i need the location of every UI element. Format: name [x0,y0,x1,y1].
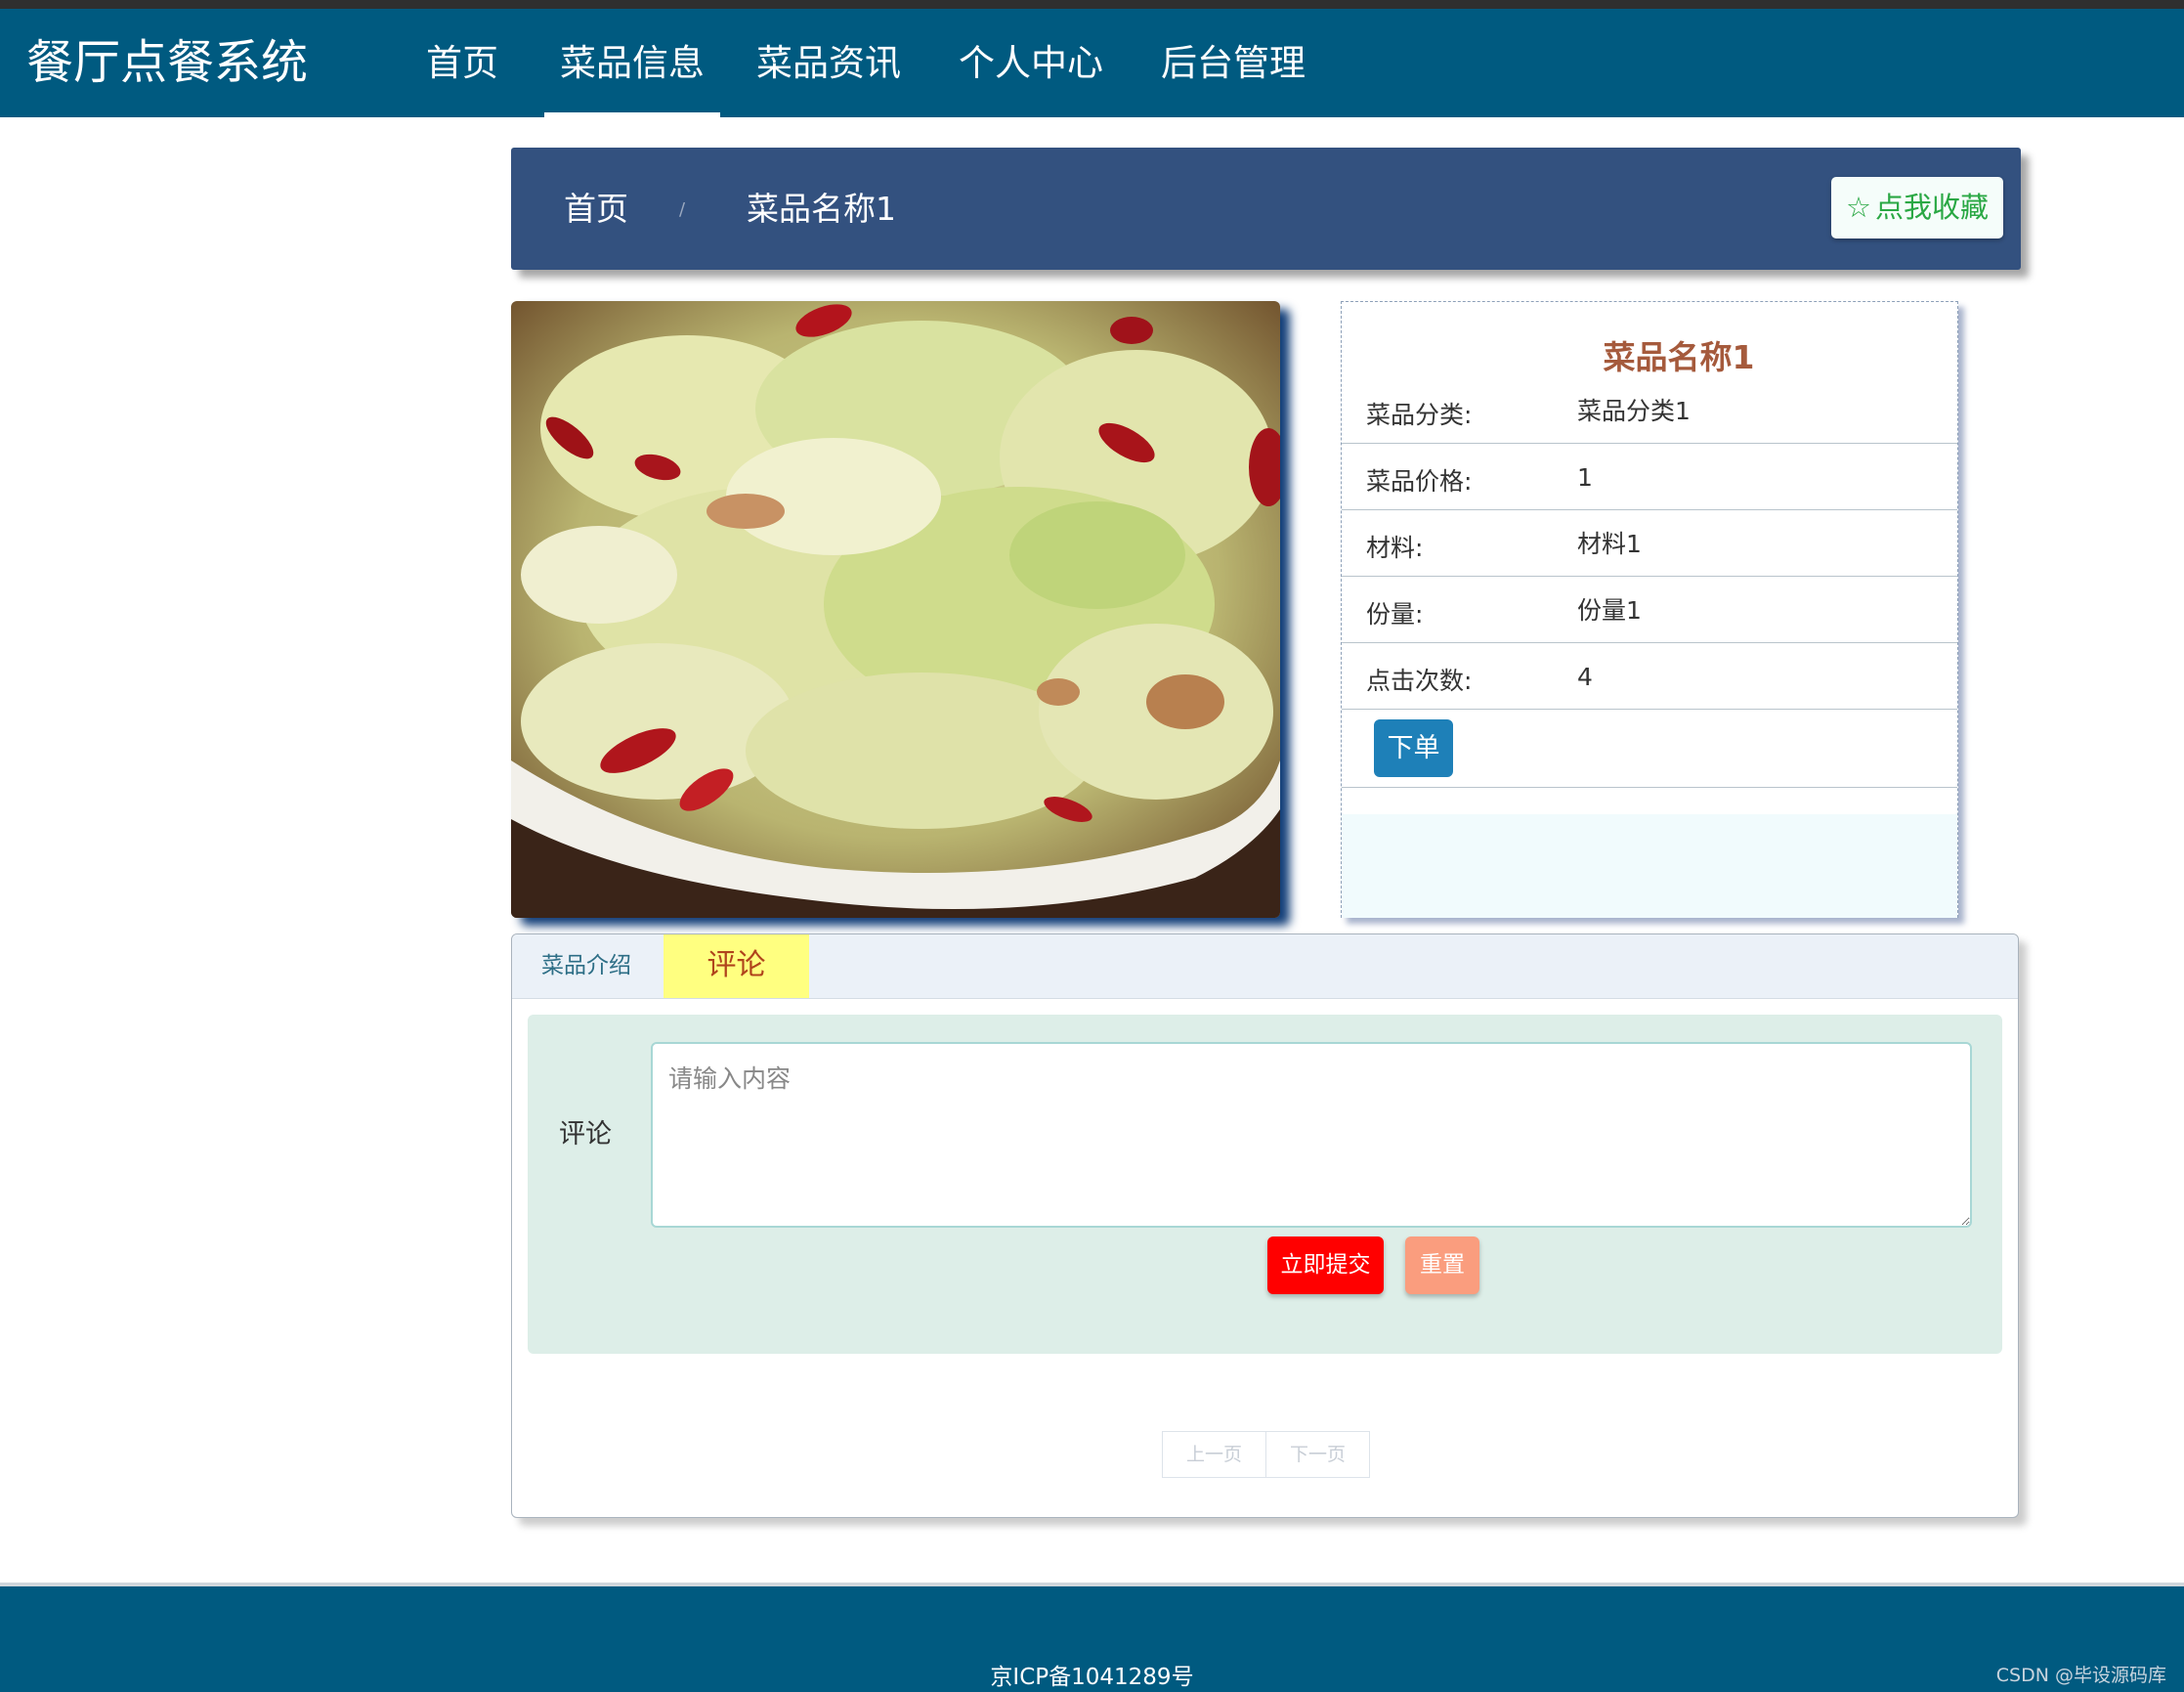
order-button[interactable]: 下单 [1374,719,1453,777]
detail-value: 材料1 [1577,530,1642,558]
dish-image [511,301,1280,918]
detail-label: 点击次数: [1366,667,1473,695]
breadcrumb-current: 菜品名称1 [747,190,896,228]
dish-detail-card: 菜品名称1 菜品分类: 菜品分类1 菜品价格: 1 材料: 材料1 份量: 份量… [1341,301,1958,918]
star-outline-icon: ☆ [1845,191,1871,224]
nav-item-admin[interactable]: 后台管理 [1161,9,1306,117]
detail-row-actions: 下单 [1342,710,1957,788]
detail-label: 份量: [1366,600,1424,629]
next-page-button[interactable]: 下一页 [1265,1432,1369,1477]
tab-bar: 菜品介绍 评论 [512,934,2018,999]
tab-comment[interactable]: 评论 [664,934,809,998]
breadcrumb: 首页 / 菜品名称1 ☆ 点我收藏 [511,148,2021,270]
prev-page-button[interactable]: 上一页 [1163,1432,1265,1477]
nav-item-home[interactable]: 首页 [426,9,498,117]
breadcrumb-home[interactable]: 首页 [564,148,628,270]
top-navbar: 餐厅点餐系统 首页 菜品信息 菜品资讯 个人中心 后台管理 [0,9,2184,117]
watermark: CSDN @毕设源码库 [1995,1665,2166,1686]
detail-row-portion: 份量: 份量1 [1342,577,1957,643]
tab-panel: 菜品介绍 评论 评论 立即提交 重置 上一页 下一页 [511,933,2019,1518]
window-top-strip [0,0,2184,9]
detail-label: 菜品价格: [1366,467,1473,496]
favorite-label: 点我收藏 [1874,191,1989,224]
detail-value: 份量1 [1577,596,1642,625]
reset-button[interactable]: 重置 [1405,1236,1479,1294]
comment-label: 评论 [559,1119,612,1150]
nav-item-dishes[interactable]: 菜品信息 [544,9,720,117]
detail-row-clicks: 点击次数: 4 [1342,643,1957,710]
dish-title: 菜品名称1 [1603,338,1755,376]
favorite-button[interactable]: ☆ 点我收藏 [1831,177,2003,239]
site-footer: 京ICP备1041289号 CSDN @毕设源码库 [0,1586,2184,1692]
detail-row-category: 菜品分类: 菜品分类1 [1342,377,1957,444]
detail-value: 菜品分类1 [1577,397,1691,425]
detail-value: 4 [1577,663,1593,691]
icp-license: 京ICP备1041289号 [990,1665,1194,1690]
detail-footer-area [1342,814,1957,918]
detail-value: 1 [1577,463,1593,492]
detail-row-material: 材料: 材料1 [1342,510,1957,577]
pagination: 上一页 下一页 [1162,1431,1370,1478]
comment-input[interactable] [651,1042,1972,1228]
nav-item-news[interactable]: 菜品资讯 [756,9,901,117]
nav-item-profile[interactable]: 个人中心 [959,9,1103,117]
detail-label: 材料: [1366,534,1424,562]
detail-row-price: 菜品价格: 1 [1342,444,1957,510]
breadcrumb-separator: / [679,199,686,220]
submit-button[interactable]: 立即提交 [1267,1236,1384,1294]
site-brand[interactable]: 餐厅点餐系统 [26,9,308,117]
detail-label: 菜品分类: [1366,401,1473,429]
comment-form: 评论 立即提交 重置 [528,1015,2002,1354]
tab-intro[interactable]: 菜品介绍 [541,934,631,998]
